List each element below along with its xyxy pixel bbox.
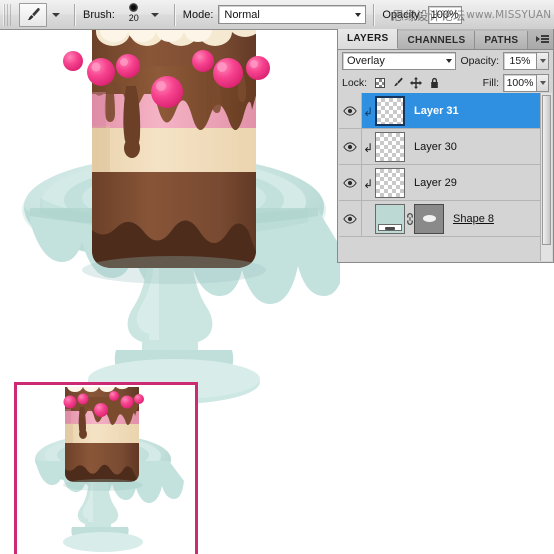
layer-list-scrollbar[interactable] <box>540 93 552 261</box>
tab-paths[interactable]: PATHS <box>475 31 529 49</box>
layer-name-layer-30[interactable]: Layer 30 <box>414 141 457 153</box>
lock-transparency-icon[interactable] <box>374 77 386 89</box>
shape-layer-thumbnail[interactable] <box>375 203 405 234</box>
tool-preset-chevron-down-icon[interactable] <box>52 12 60 17</box>
layer-name-shape-8[interactable]: Shape 8 <box>453 213 494 225</box>
brush-preview[interactable]: 20 <box>120 2 148 28</box>
options-divider-1 <box>74 3 76 26</box>
layer-opacity-input[interactable]: 15% <box>503 52 537 70</box>
panel-tabs: LAYERS CHANNELS PATHS <box>338 29 553 50</box>
brush-label: Brush: <box>83 8 115 21</box>
lock-label: Lock: <box>342 76 368 89</box>
lock-row: Lock: Fill: 100% <box>338 72 553 93</box>
eye-icon <box>343 105 357 116</box>
vector-mask-thumbnail[interactable] <box>414 203 444 234</box>
tab-layers-label: LAYERS <box>347 33 389 44</box>
brush-size-value: 20 <box>128 12 139 23</box>
options-bar: Brush: 20 Mode: Normal Opacity: 100% 思缘设… <box>0 0 554 30</box>
scrollbar-thumb[interactable] <box>542 95 551 245</box>
eye-icon <box>343 213 357 224</box>
layer-blend-mode-value: Overlay <box>347 55 385 67</box>
panel-menu-icon[interactable] <box>535 33 549 45</box>
fill-label: Fill: <box>482 76 499 89</box>
blend-mode-chevron-down-icon <box>355 12 362 17</box>
clipping-mask-indicator: ↳ <box>362 129 375 164</box>
layer-visibility-toggle[interactable] <box>339 129 362 164</box>
clipping-arrow-icon: ↳ <box>363 141 374 155</box>
clipping-arrow-icon: ↳ <box>363 177 374 191</box>
brush-tool-icon <box>25 7 42 22</box>
chevron-down-icon <box>539 59 546 63</box>
layer-opacity-value: 15% <box>509 55 531 67</box>
layer-row-layer-30[interactable]: ↳ Layer 30 <box>339 129 552 165</box>
lock-image-icon[interactable] <box>392 77 404 89</box>
layer-row-layer-29[interactable]: ↳ Layer 29 <box>339 165 552 201</box>
mode-label: Mode: <box>182 8 214 21</box>
options-divider-3 <box>373 3 376 26</box>
tab-layers[interactable]: LAYERS <box>338 29 399 49</box>
clipping-mask-indicator: ↳ <box>362 165 375 200</box>
options-bar-grip[interactable] <box>3 3 13 26</box>
tab-paths-label: PATHS <box>484 34 519 46</box>
options-divider-2 <box>173 3 176 26</box>
site-watermark: 思缘设计论坛 www.MISSYUAN.COM <box>392 5 552 25</box>
mask-shape-icon <box>422 215 436 222</box>
layer-blend-mode-select[interactable]: Overlay <box>342 52 457 70</box>
eye-icon <box>343 177 357 188</box>
clipping-spacer <box>362 201 375 236</box>
layer-thumbnail[interactable] <box>375 167 405 198</box>
blend-mode-value: Normal <box>224 8 260 21</box>
tab-channels-label: CHANNELS <box>407 34 466 46</box>
clipping-arrow-icon: ↳ <box>363 105 374 119</box>
layer-name-layer-29[interactable]: Layer 29 <box>414 177 457 189</box>
watermark-chinese-text: 思缘设计论坛 <box>392 8 466 23</box>
blend-mode-row: Overlay Opacity: 15% <box>338 50 553 72</box>
tab-channels[interactable]: CHANNELS <box>398 31 476 49</box>
layer-visibility-toggle[interactable] <box>339 201 362 236</box>
fill-input[interactable]: 100% <box>503 73 537 92</box>
chevron-down-icon <box>539 80 546 85</box>
clipping-mask-indicator: ↳ <box>362 93 375 128</box>
layer-link-icon[interactable] <box>405 204 414 234</box>
brush-tip-icon <box>129 2 139 12</box>
lock-all-icon[interactable] <box>428 77 440 89</box>
layer-name-layer-31[interactable]: Layer 31 <box>414 105 459 117</box>
active-tool-swatch[interactable] <box>19 2 47 27</box>
fill-stepper[interactable] <box>537 73 549 92</box>
watermark-url-text: www.MISSYUAN.COM <box>466 9 552 21</box>
layer-list[interactable]: ↳ Layer 31 ↳ Layer 30 ↳ Layer 29 Shape 8 <box>339 93 552 261</box>
artwork-inset-preview[interactable] <box>14 382 198 554</box>
eye-icon <box>343 141 357 152</box>
blend-mode-select[interactable]: Normal <box>218 5 367 24</box>
layer-row-layer-31[interactable]: ↳ Layer 31 <box>339 93 552 129</box>
layer-thumbnail[interactable] <box>375 131 405 162</box>
lock-position-icon[interactable] <box>410 76 423 89</box>
layer-opacity-stepper[interactable] <box>537 52 549 70</box>
layer-visibility-toggle[interactable] <box>339 93 362 128</box>
inset-cake-artwork <box>17 385 195 554</box>
layer-thumbnail[interactable] <box>375 95 405 126</box>
layers-panel: LAYERS CHANNELS PATHS Overlay Opacity: 1… <box>337 29 554 263</box>
layer-visibility-toggle[interactable] <box>339 165 362 200</box>
layer-row-shape-8[interactable]: Shape 8 <box>339 201 552 237</box>
layer-opacity-label: Opacity: <box>460 55 499 67</box>
blend-mode-chevron-down-icon <box>446 59 453 63</box>
brush-picker-chevron-down-icon[interactable] <box>150 12 159 17</box>
fill-value: 100% <box>506 76 534 89</box>
photoshop-window: Brush: 20 Mode: Normal Opacity: 100% 思缘设… <box>0 0 554 554</box>
